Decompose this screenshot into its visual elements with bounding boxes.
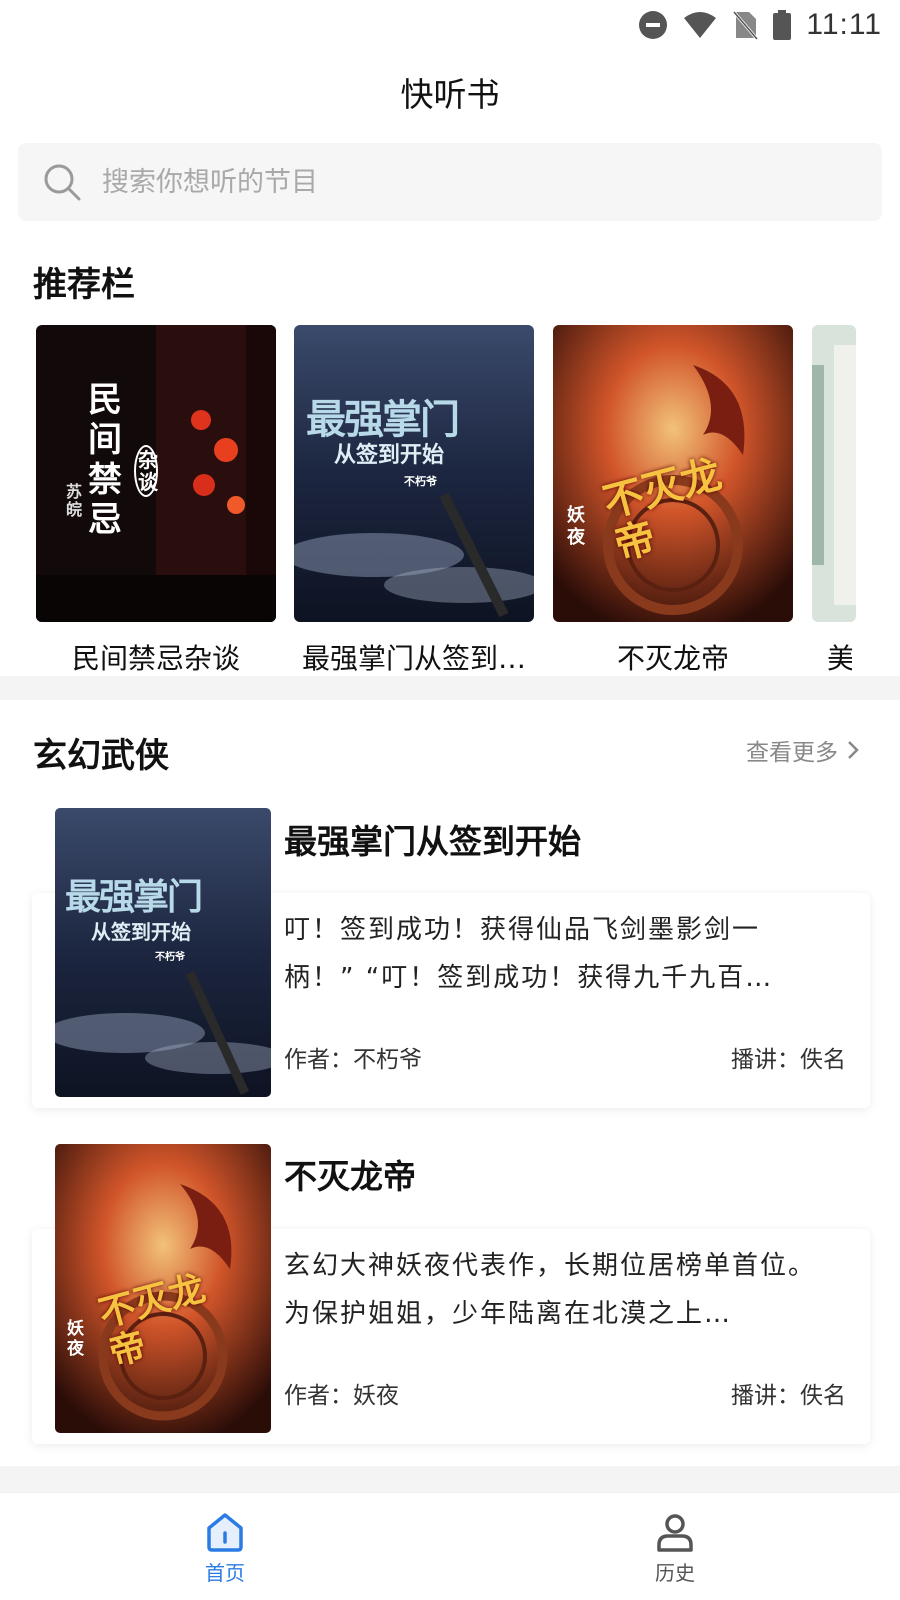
book-meta: 作者：妖夜 播讲：佚名 <box>284 1376 846 1410</box>
search-icon <box>44 164 81 201</box>
section-divider <box>0 676 900 700</box>
see-more-label: 查看更多 <box>746 740 838 766</box>
recommended-item[interactable]: 美 <box>812 325 872 675</box>
cover-subtitle: 妖夜 <box>567 505 585 548</box>
see-more-link[interactable]: 查看更多 <box>746 733 860 767</box>
no-sim-icon <box>733 11 759 40</box>
recommended-item-label: 不灭龙帝 <box>616 642 729 675</box>
nav-home[interactable]: 首页 <box>0 1493 450 1600</box>
recommended-item[interactable]: 不灭龙帝 妖夜 不灭龙帝 <box>553 325 793 675</box>
wifi-icon <box>684 12 717 38</box>
cover-title: 民间禁忌 <box>88 380 122 540</box>
bottom-nav: 首页 历史 <box>0 1492 900 1600</box>
book-cover[interactable]: 最强掌门 从签到开始 不朽爷 <box>55 808 271 1097</box>
book-cover[interactable]: 最强掌门 从签到开始 不朽爷 <box>294 325 534 622</box>
book-narrator: 播讲：佚名 <box>731 1383 846 1409</box>
recommended-item-label: 美 <box>812 637 852 675</box>
cover-image <box>812 325 856 622</box>
user-icon <box>657 1514 693 1552</box>
recommended-item-label: 最强掌门从签到… <box>301 642 526 675</box>
book-description: 玄幻大神妖夜代表作，长期位居榜单首位。为保护姐姐，少年陆离在北漠之上… <box>284 1251 817 1329</box>
chevron-right-icon <box>848 741 859 759</box>
book-description: 叮！签到成功！获得仙品飞剑墨影剑一柄！” “叮！签到成功！获得九千九百… <box>284 915 774 993</box>
book-author: 作者：妖夜 <box>284 1383 399 1409</box>
home-icon <box>207 1513 243 1552</box>
cover-subtitle: 从签到开始 <box>334 442 445 468</box>
cover-subtitle: 妖夜 <box>67 1319 84 1359</box>
cover-subtitle: 杂谈 <box>134 445 158 497</box>
do-not-disturb-icon <box>639 11 668 39</box>
book-cover[interactable]: 不灭龙帝 妖夜 <box>55 1144 271 1433</box>
recommended-carousel[interactable]: 民间禁忌 杂谈 苏皖 民间禁忌杂谈 最强掌门 从签到开始 不朽爷 最强掌门从签到… <box>36 325 900 675</box>
recommended-item[interactable]: 最强掌门 从签到开始 不朽爷 最强掌门从签到… <box>294 325 534 675</box>
recommended-item[interactable]: 民间禁忌 杂谈 苏皖 民间禁忌杂谈 <box>36 325 276 675</box>
book-narrator: 播讲：佚名 <box>731 1047 846 1073</box>
category-title: 玄幻武侠 <box>33 736 169 776</box>
status-bar: 11:11 <box>0 0 900 50</box>
book-title[interactable]: 不灭龙帝 <box>284 1150 416 1198</box>
cover-author: 不朽爷 <box>155 952 185 963</box>
book-cover[interactable]: 不灭龙帝 妖夜 <box>553 325 793 622</box>
nav-home-label: 首页 <box>205 1561 245 1585</box>
cover-author: 苏皖 <box>66 482 83 519</box>
search-bar[interactable] <box>18 143 882 221</box>
book-cover[interactable]: 民间禁忌 杂谈 苏皖 <box>36 325 276 622</box>
search-input[interactable] <box>102 166 802 198</box>
recommended-item-label: 民间禁忌杂谈 <box>71 642 240 675</box>
battery-icon <box>773 10 792 40</box>
recommended-title: 推荐栏 <box>33 265 135 305</box>
status-time: 11:11 <box>806 8 882 41</box>
nav-history[interactable]: 历史 <box>450 1493 900 1600</box>
cover-author: 不朽爷 <box>404 475 437 488</box>
book-meta: 作者：不朽爷 播讲：佚名 <box>284 1040 846 1074</box>
book-cover[interactable] <box>812 325 856 622</box>
cover-subtitle: 从签到开始 <box>91 920 191 944</box>
nav-history-label: 历史 <box>655 1561 695 1585</box>
book-title[interactable]: 最强掌门从签到开始 <box>284 815 581 863</box>
page-title: 快听书 <box>400 75 500 114</box>
cover-title: 最强掌门 <box>65 876 203 918</box>
book-author: 作者：不朽爷 <box>284 1047 422 1073</box>
section-divider <box>0 1466 900 1492</box>
status-icons: 11:11 <box>638 8 882 42</box>
